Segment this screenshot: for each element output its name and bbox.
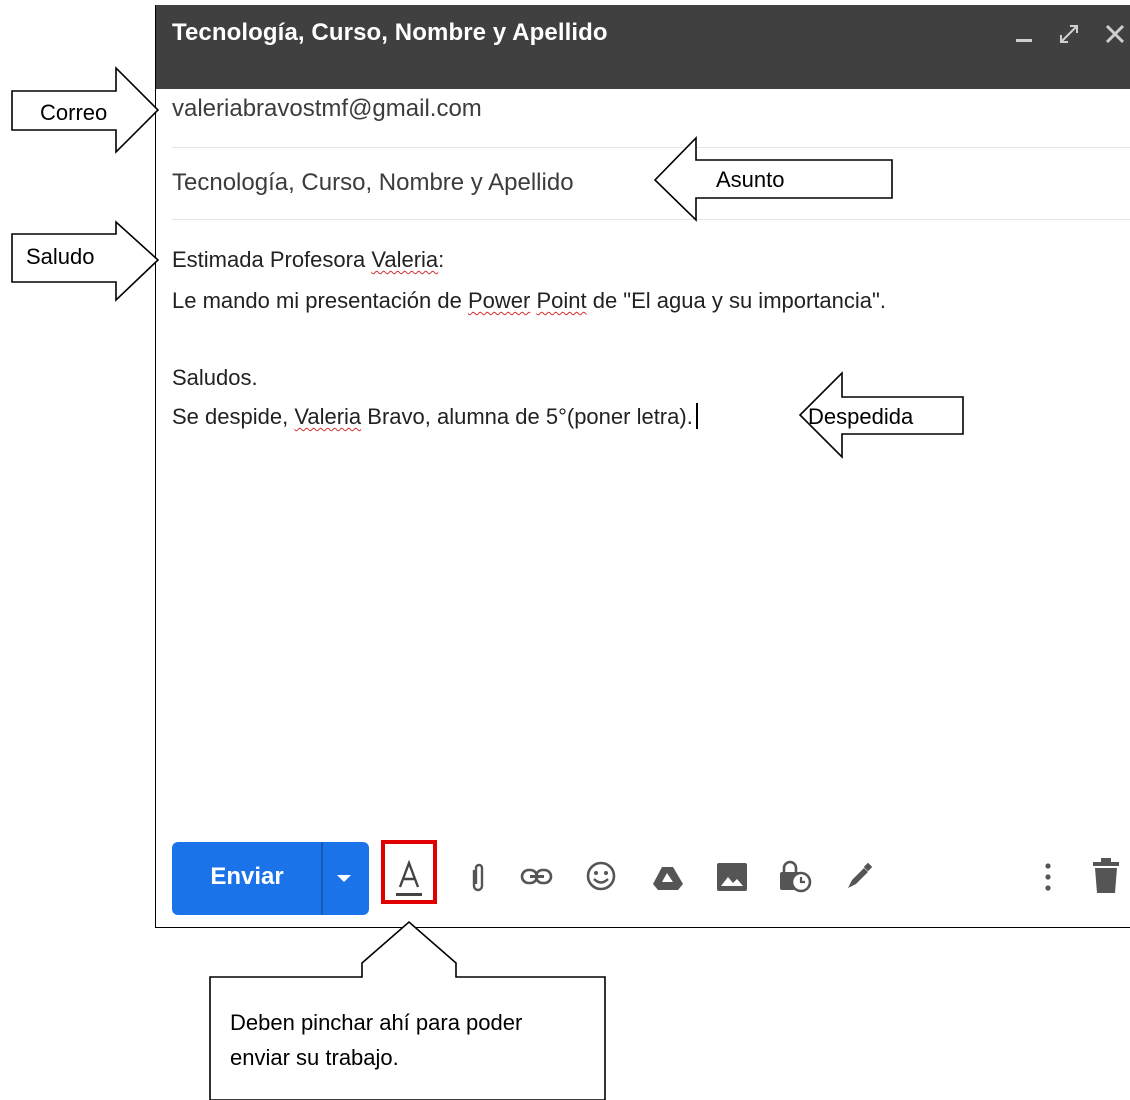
annotation-note-line1: Deben pinchar ahí para poder bbox=[230, 1010, 523, 1035]
annotation-note-line2: enviar su trabajo. bbox=[230, 1045, 399, 1070]
annotation-saludo: Saludo bbox=[26, 244, 95, 269]
annotation-arrows bbox=[11, 66, 964, 1100]
annotation-despedida: Despedida bbox=[808, 404, 914, 429]
annotation-correo: Correo bbox=[40, 100, 108, 125]
annotation-asunto: Asunto bbox=[716, 167, 785, 192]
